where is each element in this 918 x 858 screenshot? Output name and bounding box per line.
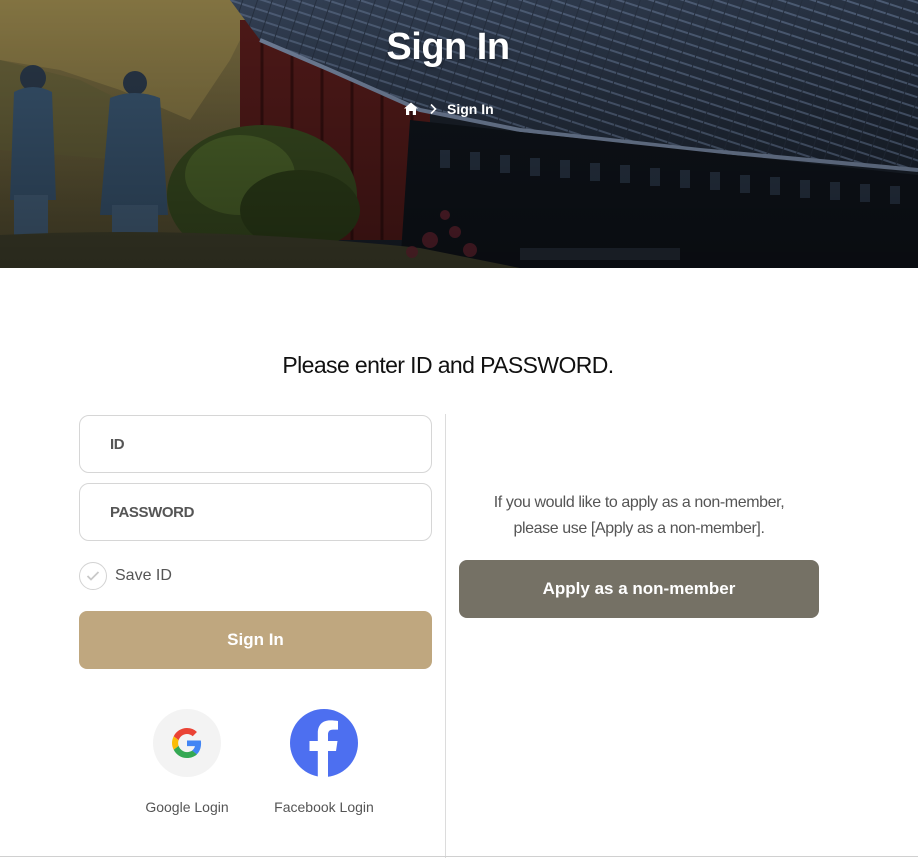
nonmember-text-line1: If you would like to apply as a non-memb… (493, 494, 785, 511)
google-login-label: Google Login (145, 799, 229, 815)
nonmember-instructions: If you would like to apply as a non-memb… (459, 490, 819, 542)
hero-banner: Sign In Sign In (0, 0, 918, 268)
chevron-right-icon (430, 103, 437, 115)
bottom-divider (0, 856, 918, 857)
page-title: Sign In (386, 26, 510, 68)
save-id-checkbox[interactable]: Save ID (79, 562, 172, 590)
check-icon[interactable] (79, 562, 107, 590)
id-input[interactable] (79, 415, 432, 473)
save-id-label: Save ID (115, 567, 172, 584)
breadcrumb-current: Sign In (447, 101, 494, 117)
column-divider (445, 414, 446, 858)
sign-in-button[interactable]: Sign In (79, 611, 432, 669)
nonmember-text-line2: please use [Apply as a non-member]. (513, 520, 765, 537)
facebook-login-label: Facebook Login (274, 799, 374, 815)
breadcrumb: Sign In (403, 101, 494, 117)
google-icon[interactable] (153, 709, 221, 777)
facebook-login-button[interactable]: Facebook Login (268, 709, 380, 815)
password-input[interactable] (79, 483, 432, 541)
login-heading: Please enter ID and PASSWORD. (282, 352, 614, 378)
apply-nonmember-button[interactable]: Apply as a non-member (459, 560, 819, 618)
google-login-button[interactable]: Google Login (140, 709, 234, 815)
facebook-icon[interactable] (290, 709, 358, 777)
home-icon[interactable] (403, 101, 419, 117)
